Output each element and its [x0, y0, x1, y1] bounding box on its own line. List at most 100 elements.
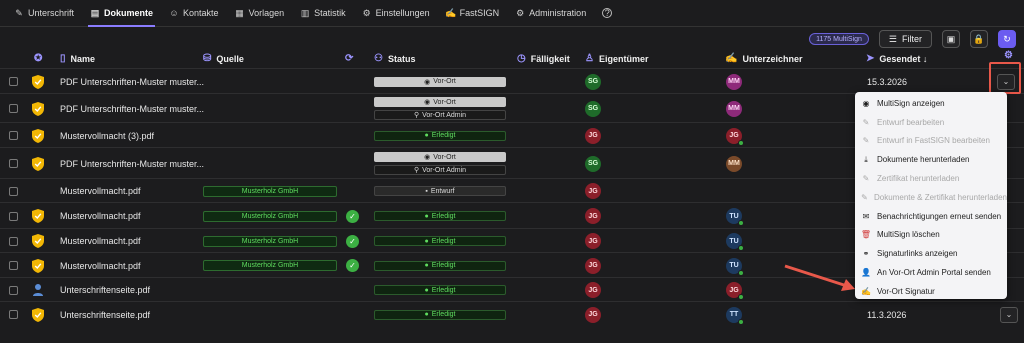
menu-item-download[interactable]: ⤓ Dokumente herunterladen [855, 150, 1007, 169]
row-checkbox[interactable] [9, 104, 18, 113]
column-status[interactable]: ⚇ Status [374, 53, 415, 64]
row-checkbox[interactable] [9, 131, 18, 140]
document-name-cell[interactable]: Mustervollmacht.pdf [60, 253, 141, 278]
nav-item-dokumente[interactable]: ▤ Dokumente [82, 0, 161, 27]
nav-item-einstellungen[interactable]: ⚙ Einstellungen [354, 0, 438, 27]
document-name-cell[interactable]: Unterschriftenseite.pdf [60, 278, 150, 302]
nav-item-kontakte[interactable]: ☺ Kontakte [161, 0, 227, 27]
document-name[interactable]: PDF Unterschriften-Muster muster... [60, 159, 204, 169]
nav-item-help[interactable]: ? [594, 0, 620, 27]
document-name-cell[interactable]: PDF Unterschriften-Muster muster... [60, 148, 204, 179]
signer-avatar[interactable]: JG [726, 282, 744, 300]
status-badge: ● Erledigt [374, 130, 506, 141]
owner-avatar[interactable]: JG [585, 208, 601, 224]
status-dot-icon: ● [424, 311, 429, 318]
menu-item-onsite-sign[interactable]: ✍ Vor-Ort Signatur [855, 282, 1007, 301]
nav-item-vorlagen[interactable]: ▦ Vorlagen [227, 0, 293, 27]
signer-avatar[interactable]: JG [726, 127, 744, 146]
document-name[interactable]: Mustervollmacht.pdf [60, 236, 141, 246]
menu-item-trash[interactable]: 🗑 MultiSign löschen [855, 226, 1007, 245]
document-name-cell[interactable]: PDF Unterschriften-Muster muster... [60, 69, 204, 94]
signer-avatar[interactable]: MM [726, 73, 742, 90]
owner-avatar[interactable]: JG [585, 306, 601, 323]
signer-avatar[interactable]: TU [726, 208, 744, 226]
menu-item-admin-send[interactable]: 👤 An Vor-Ort Admin Portal senden [855, 263, 1007, 282]
column-source-label: Quelle [216, 53, 244, 64]
refresh-button[interactable]: ↻ [998, 30, 1016, 48]
source-badge: Musterholz GmbH [203, 185, 337, 197]
signer-avatar[interactable]: TU [726, 257, 744, 276]
owner-avatar[interactable]: JG [585, 233, 601, 249]
lock-button[interactable]: 🔒 [970, 30, 988, 48]
filter-label: Filter [902, 34, 922, 44]
sync-check-icon: ✓ [346, 209, 359, 223]
column-owner[interactable]: ♙ Eigentümer [585, 53, 648, 64]
document-name[interactable]: Mustervollmacht.pdf [60, 261, 141, 271]
status-cell: ● Erledigt [374, 278, 506, 302]
document-name-cell[interactable]: Mustervollmacht (3).pdf [60, 123, 154, 148]
signer-avatar[interactable]: MM [726, 100, 742, 117]
owner-avatar[interactable]: JG [585, 127, 601, 144]
document-name[interactable]: Unterschriftenseite.pdf [60, 285, 150, 295]
location-icon: ◉ [424, 99, 431, 106]
document-name[interactable]: Mustervollmacht.pdf [60, 211, 141, 221]
owner-avatar[interactable]: SG [585, 73, 601, 90]
document-name-cell[interactable]: Unterschriftenseite.pdf [60, 302, 150, 327]
row-checkbox[interactable] [9, 159, 18, 168]
owner-avatar[interactable]: JG [585, 282, 601, 298]
signer-avatar[interactable]: TT [726, 306, 744, 325]
multisign-count-badge[interactable]: 1175 MultiSign [809, 33, 869, 45]
nav-item-fastsign[interactable]: ✍ FastSIGN [438, 0, 508, 27]
document-name[interactable]: Mustervollmacht.pdf [60, 186, 141, 196]
settings-icon: ⚙ [362, 7, 371, 18]
sync-cell: ✓ [346, 253, 359, 278]
document-name-cell[interactable]: Mustervollmacht.pdf [60, 179, 141, 203]
document-name[interactable]: Mustervollmacht (3).pdf [60, 131, 154, 141]
export-button[interactable]: ▣ [942, 30, 960, 48]
row-checkbox[interactable] [9, 236, 18, 246]
row-checkbox[interactable] [9, 186, 18, 196]
row-type-cell [32, 229, 44, 253]
document-name[interactable]: PDF Unterschriften-Muster muster... [60, 77, 204, 87]
document-name-cell[interactable]: Mustervollmacht.pdf [60, 229, 141, 253]
row-checkbox[interactable] [9, 261, 18, 270]
column-name[interactable]: ▯ Name [60, 53, 95, 64]
document-name-cell[interactable]: PDF Unterschriften-Muster muster... [60, 94, 204, 123]
source-icon: ⛁ [203, 53, 212, 64]
menu-item-mail[interactable]: ✉ Benachrichtigungen erneut senden [855, 207, 1007, 226]
document-name[interactable]: PDF Unterschriften-Muster muster... [60, 104, 204, 114]
document-name-cell[interactable]: Mustervollmacht.pdf [60, 203, 141, 229]
row-checkbox[interactable] [9, 310, 18, 319]
row-checkbox[interactable] [9, 77, 18, 86]
column-due[interactable]: ◷ Fälligkeit [517, 53, 570, 64]
column-signer[interactable]: ✍ Unterzeichner [725, 53, 802, 64]
column-sent[interactable]: ➤ Gesendet ↓ [866, 53, 927, 64]
nav-item-administration[interactable]: ⚙ Administration [507, 0, 594, 27]
row-checkbox[interactable] [9, 211, 18, 221]
status-badge: ● Erledigt [374, 285, 506, 295]
menu-item-link[interactable]: ⚭ Signaturlinks anzeigen [855, 244, 1007, 263]
column-sync[interactable]: ⟳ [345, 53, 353, 64]
owner-avatar[interactable]: SG [585, 100, 601, 117]
column-source[interactable]: ⛁ Quelle [203, 53, 244, 64]
menu-item-eye[interactable]: ◉ MultiSign anzeigen [855, 94, 1007, 113]
row-checkbox[interactable] [9, 285, 18, 295]
document-name[interactable]: Unterschriftenseite.pdf [60, 310, 150, 320]
owner-avatar[interactable]: JG [585, 183, 601, 199]
signer-avatar[interactable]: TU [726, 233, 744, 251]
signed-badge [738, 294, 744, 300]
row-menu-button[interactable]: ⌄ [1000, 306, 1018, 323]
table-row[interactable]: PDF Unterschriften-Muster muster... ◉ Vor-… [0, 68, 1024, 93]
status-cell: ◉ Vor-Ort ⚲ Vor-Ort Admin [374, 94, 506, 123]
column-settings[interactable]: ⚙ [1004, 50, 1013, 61]
nav-item-unterschrift[interactable]: ✎ Unterschrift [6, 0, 82, 27]
owner-avatar[interactable]: SG [585, 155, 601, 172]
nav-item-statistik[interactable]: ▥ Statistik [292, 0, 354, 27]
mail-icon: ✉ [862, 211, 870, 221]
signer-avatar[interactable]: MM [726, 155, 742, 172]
column-owner-label: Eigentümer [598, 53, 649, 64]
owner-avatar[interactable]: JG [585, 257, 601, 274]
table-row[interactable]: Unterschriftenseite.pdf ● Erledigt JG TT 11.3… [0, 301, 1024, 326]
row-type-cell [32, 94, 44, 123]
filter-button[interactable]: ☰ Filter [878, 30, 932, 48]
